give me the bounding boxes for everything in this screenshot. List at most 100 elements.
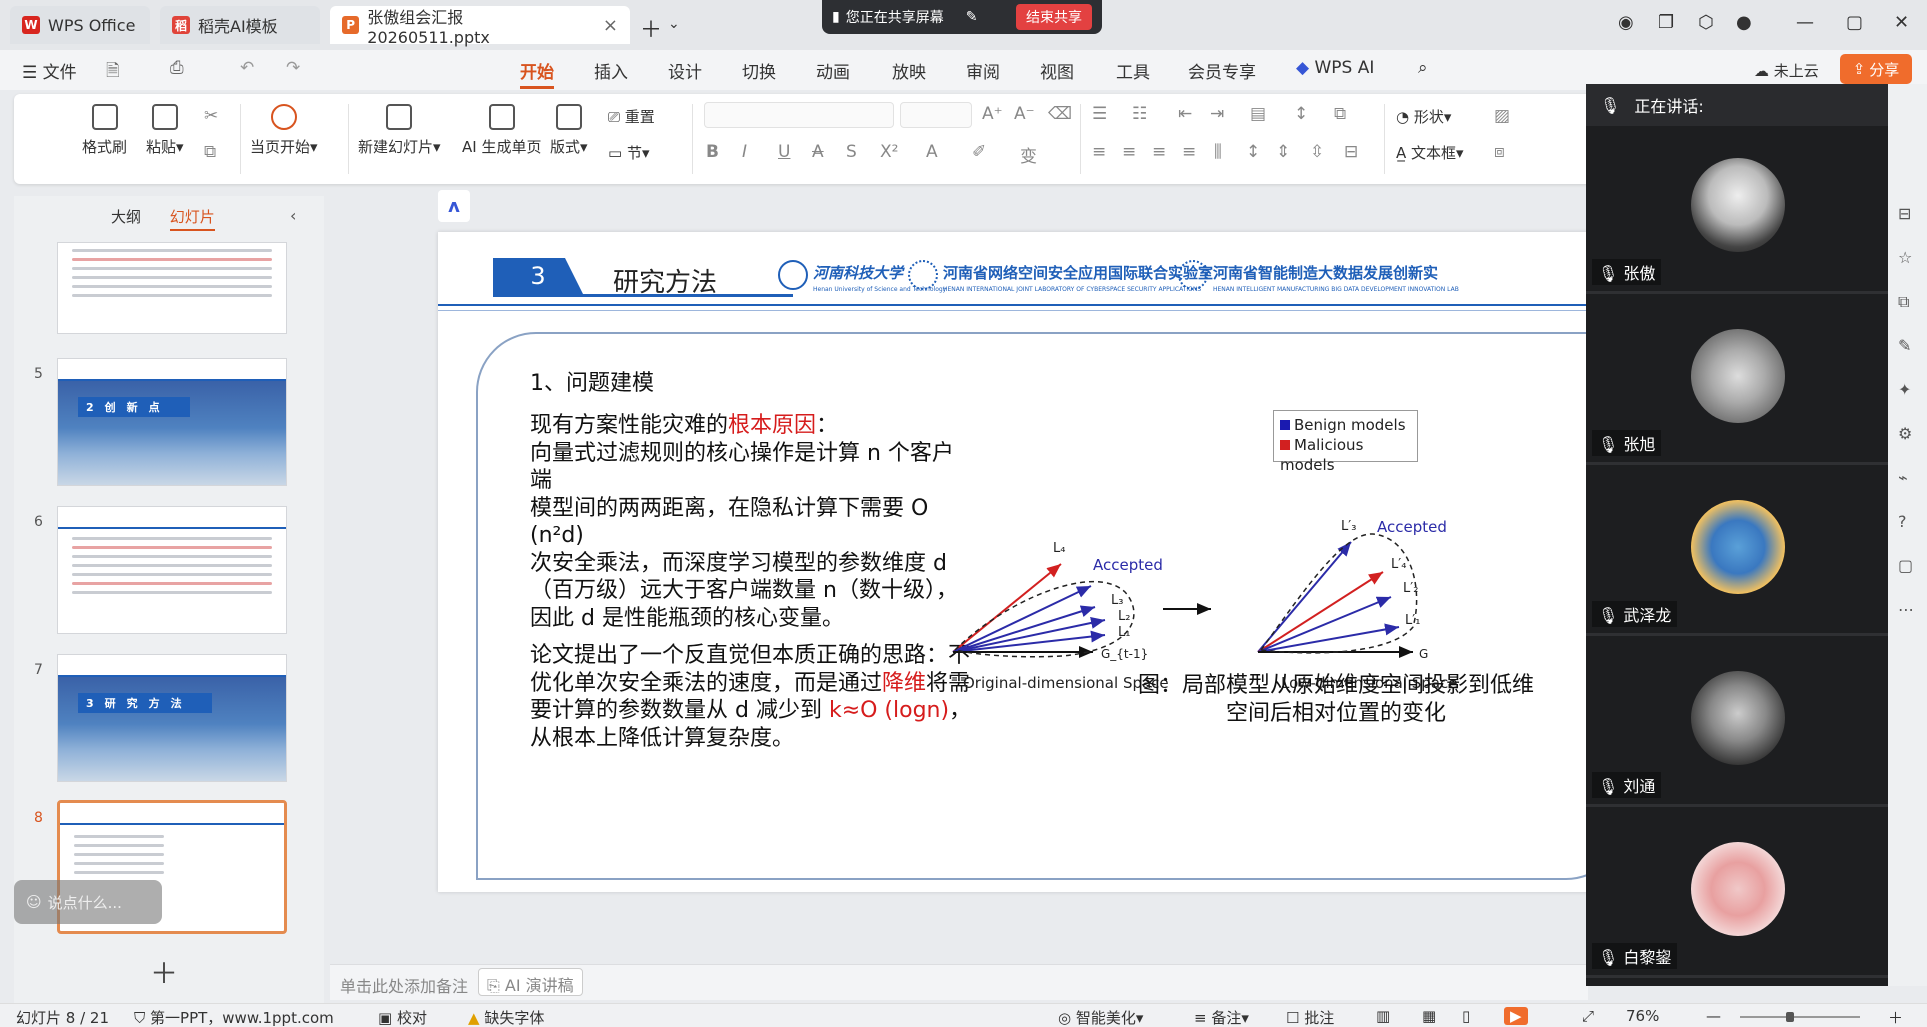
ai-speech-button[interactable]: ⎘ AI 演讲稿 [478, 968, 583, 996]
undo-icon[interactable]: ↶ [240, 58, 254, 78]
menu-slideshow[interactable]: 放映 [892, 58, 926, 83]
columns-icon[interactable]: ▤ [1250, 104, 1266, 124]
grid-view-icon[interactable]: ▦ [1422, 1007, 1436, 1025]
proof-button[interactable]: ▣ 校对 [378, 1007, 427, 1027]
cloud-status[interactable]: ☁ 未上云 [1754, 60, 1819, 81]
assistant-icon[interactable]: ◉ [1618, 12, 1634, 33]
close-window-icon[interactable]: ✕ [1894, 12, 1909, 33]
notes-toggle-button[interactable]: ≡ 备注▾ [1194, 1007, 1249, 1027]
side-tool-icon[interactable]: ⌁ [1898, 468, 1908, 487]
side-tool-icon[interactable]: ⧉ [1898, 292, 1909, 312]
side-tool-icon[interactable]: ▢ [1898, 556, 1913, 575]
user-avatar[interactable]: ● [1736, 12, 1752, 33]
reset-button[interactable]: ⎚ 重置 [608, 106, 655, 127]
slide-thumbnail-6[interactable] [57, 506, 287, 634]
picture-icon[interactable]: ▨ [1494, 106, 1510, 126]
normal-view-icon[interactable]: ▥ [1376, 1007, 1390, 1025]
menu-design[interactable]: 设计 [668, 58, 702, 83]
line-spacing-icon[interactable]: ↕ [1246, 142, 1260, 162]
menu-home[interactable]: 开始 [520, 58, 554, 89]
participant-tile[interactable]: 🎙 武泽龙 [1586, 468, 1888, 636]
reading-view-icon[interactable]: ▯ [1462, 1007, 1470, 1025]
paste-button[interactable]: 粘贴▾ [146, 104, 184, 157]
zoom-slider-thumb[interactable] [1786, 1012, 1794, 1022]
participant-tile[interactable]: 🎙 白黎鋆 [1586, 810, 1888, 978]
textbox-button[interactable]: A̲ 文本框▾ [1396, 142, 1464, 163]
bold-icon[interactable]: B [706, 142, 719, 162]
distribute-icon[interactable]: ⫼ [1214, 142, 1222, 162]
convert-smartart-icon[interactable]: ⧉ [1334, 104, 1346, 124]
menu-transition[interactable]: 切换 [742, 58, 776, 83]
star-icon[interactable]: ☆ [1898, 248, 1912, 267]
align-center-icon[interactable]: ≡ [1122, 142, 1136, 162]
menu-view[interactable]: 视图 [1040, 58, 1074, 83]
participant-tile[interactable]: 🎙 张旭 [1586, 297, 1888, 465]
font-grow-icon[interactable]: A⁺ [982, 104, 1003, 124]
comment-button[interactable]: ☐ 批注 [1286, 1007, 1334, 1027]
justify-icon[interactable]: ≡ [1182, 142, 1196, 162]
window-tile-icon[interactable]: ❐ [1658, 12, 1674, 33]
tab-wps-office[interactable]: W WPS Office [10, 6, 150, 44]
close-icon[interactable]: × [603, 15, 618, 36]
collapse-panel-icon[interactable]: ‹ [290, 206, 296, 225]
quick-save-icon[interactable]: 🗎 [106, 58, 120, 87]
side-tool-icon[interactable]: ⊟ [1898, 204, 1911, 223]
help-icon[interactable]: ? [1898, 512, 1907, 531]
text-align-icon[interactable]: ⊟ [1344, 142, 1358, 162]
participant-tile[interactable]: 🎙 刘通 [1586, 639, 1888, 807]
template-info[interactable]: ⛉ 第一PPT，www.1ppt.com [134, 1007, 334, 1027]
notes-placeholder[interactable]: 单击此处添加备注 [340, 973, 468, 997]
tab-current-pptx[interactable]: P 张傲组会汇报20260511.pptx × [330, 6, 630, 47]
ai-generate-slide-button[interactable]: AI 生成单页 [462, 104, 541, 157]
tab-docer[interactable]: 稻 稻壳AI模板 [160, 6, 320, 44]
slide-canvas[interactable]: 3 研究方法 河南科技大学 Henan University of Scienc… [438, 232, 1588, 892]
format-painter-button[interactable]: 格式刷 [82, 104, 127, 157]
slide-thumbnail-5[interactable]: 2 创 新 点 [57, 358, 287, 486]
cube-icon[interactable]: ⬡ [1698, 12, 1714, 33]
chevron-down-icon[interactable]: ⌄ [668, 16, 680, 32]
pen-icon[interactable]: ✎ [1898, 336, 1911, 355]
new-tab-button[interactable]: ＋ [640, 12, 662, 44]
search-icon[interactable]: ⌕ [1418, 58, 1428, 78]
font-shrink-icon[interactable]: A⁻ [1014, 104, 1035, 124]
maximize-icon[interactable]: ▢ [1846, 12, 1863, 33]
indent-increase-icon[interactable]: ⇥ [1210, 104, 1224, 124]
bullets-icon[interactable]: ☰ [1092, 104, 1107, 124]
play-current-button[interactable]: 当页开始▾ [250, 104, 318, 157]
menu-tools[interactable]: 工具 [1116, 58, 1150, 83]
share-button[interactable]: ⇪ 分享 [1840, 54, 1912, 84]
paragraph-spacing-icon[interactable]: ⇕ [1276, 142, 1290, 162]
menu-animation[interactable]: 动画 [816, 58, 850, 83]
quick-print-icon[interactable]: ⎙ [170, 58, 184, 78]
more-icon[interactable]: ⋯ [1898, 600, 1914, 619]
participant-tile[interactable]: 🎙 张傲 [1586, 126, 1888, 294]
cut-icon[interactable]: ✂ [204, 106, 218, 126]
zoom-out-icon[interactable]: — [1706, 1007, 1721, 1025]
strikethrough-icon[interactable]: A [812, 142, 824, 162]
menu-wps-ai[interactable]: ◆ WPS AI [1296, 58, 1374, 78]
font-size-select[interactable] [900, 102, 972, 128]
shadow-text-icon[interactable]: S [846, 142, 857, 162]
new-slide-button[interactable]: 新建幻灯片▾ [358, 104, 441, 157]
wps-ai-float-icon[interactable]: ʌ [438, 190, 470, 222]
align-right-icon[interactable]: ≡ [1152, 142, 1166, 162]
spacing-dropdown-icon[interactable]: ⇳ [1310, 142, 1324, 162]
side-tool-icon[interactable]: ⚙ [1898, 424, 1912, 443]
underline-icon[interactable]: U [778, 142, 790, 162]
numbering-icon[interactable]: ☷ [1132, 104, 1147, 124]
slide-thumbnail-7[interactable]: 3 研 究 方 法 [57, 654, 287, 782]
tab-outline[interactable]: 大纲 [111, 208, 141, 226]
copy-icon[interactable]: ⧉ [204, 142, 216, 162]
shape-button[interactable]: ◔ 形状▾ [1396, 106, 1451, 127]
zoom-level[interactable]: 76% [1626, 1007, 1659, 1025]
menu-member[interactable]: 会员专享 [1188, 58, 1256, 83]
arrange-icon[interactable]: ⧈ [1494, 142, 1505, 162]
smart-beautify-button[interactable]: ◎ 智能美化▾ [1058, 1007, 1143, 1027]
missing-font-button[interactable]: ▲ 缺失字体 [468, 1007, 544, 1027]
phonetic-icon[interactable]: 变 [1020, 142, 1037, 167]
zoom-in-icon[interactable]: ＋ [1888, 1007, 1903, 1027]
add-slide-button[interactable]: ＋ [150, 952, 178, 992]
annotate-icon[interactable]: ✎ [966, 9, 978, 25]
layout-button[interactable]: 版式▾ [550, 104, 588, 157]
play-slideshow-icon[interactable]: ▶ [1504, 1007, 1528, 1025]
